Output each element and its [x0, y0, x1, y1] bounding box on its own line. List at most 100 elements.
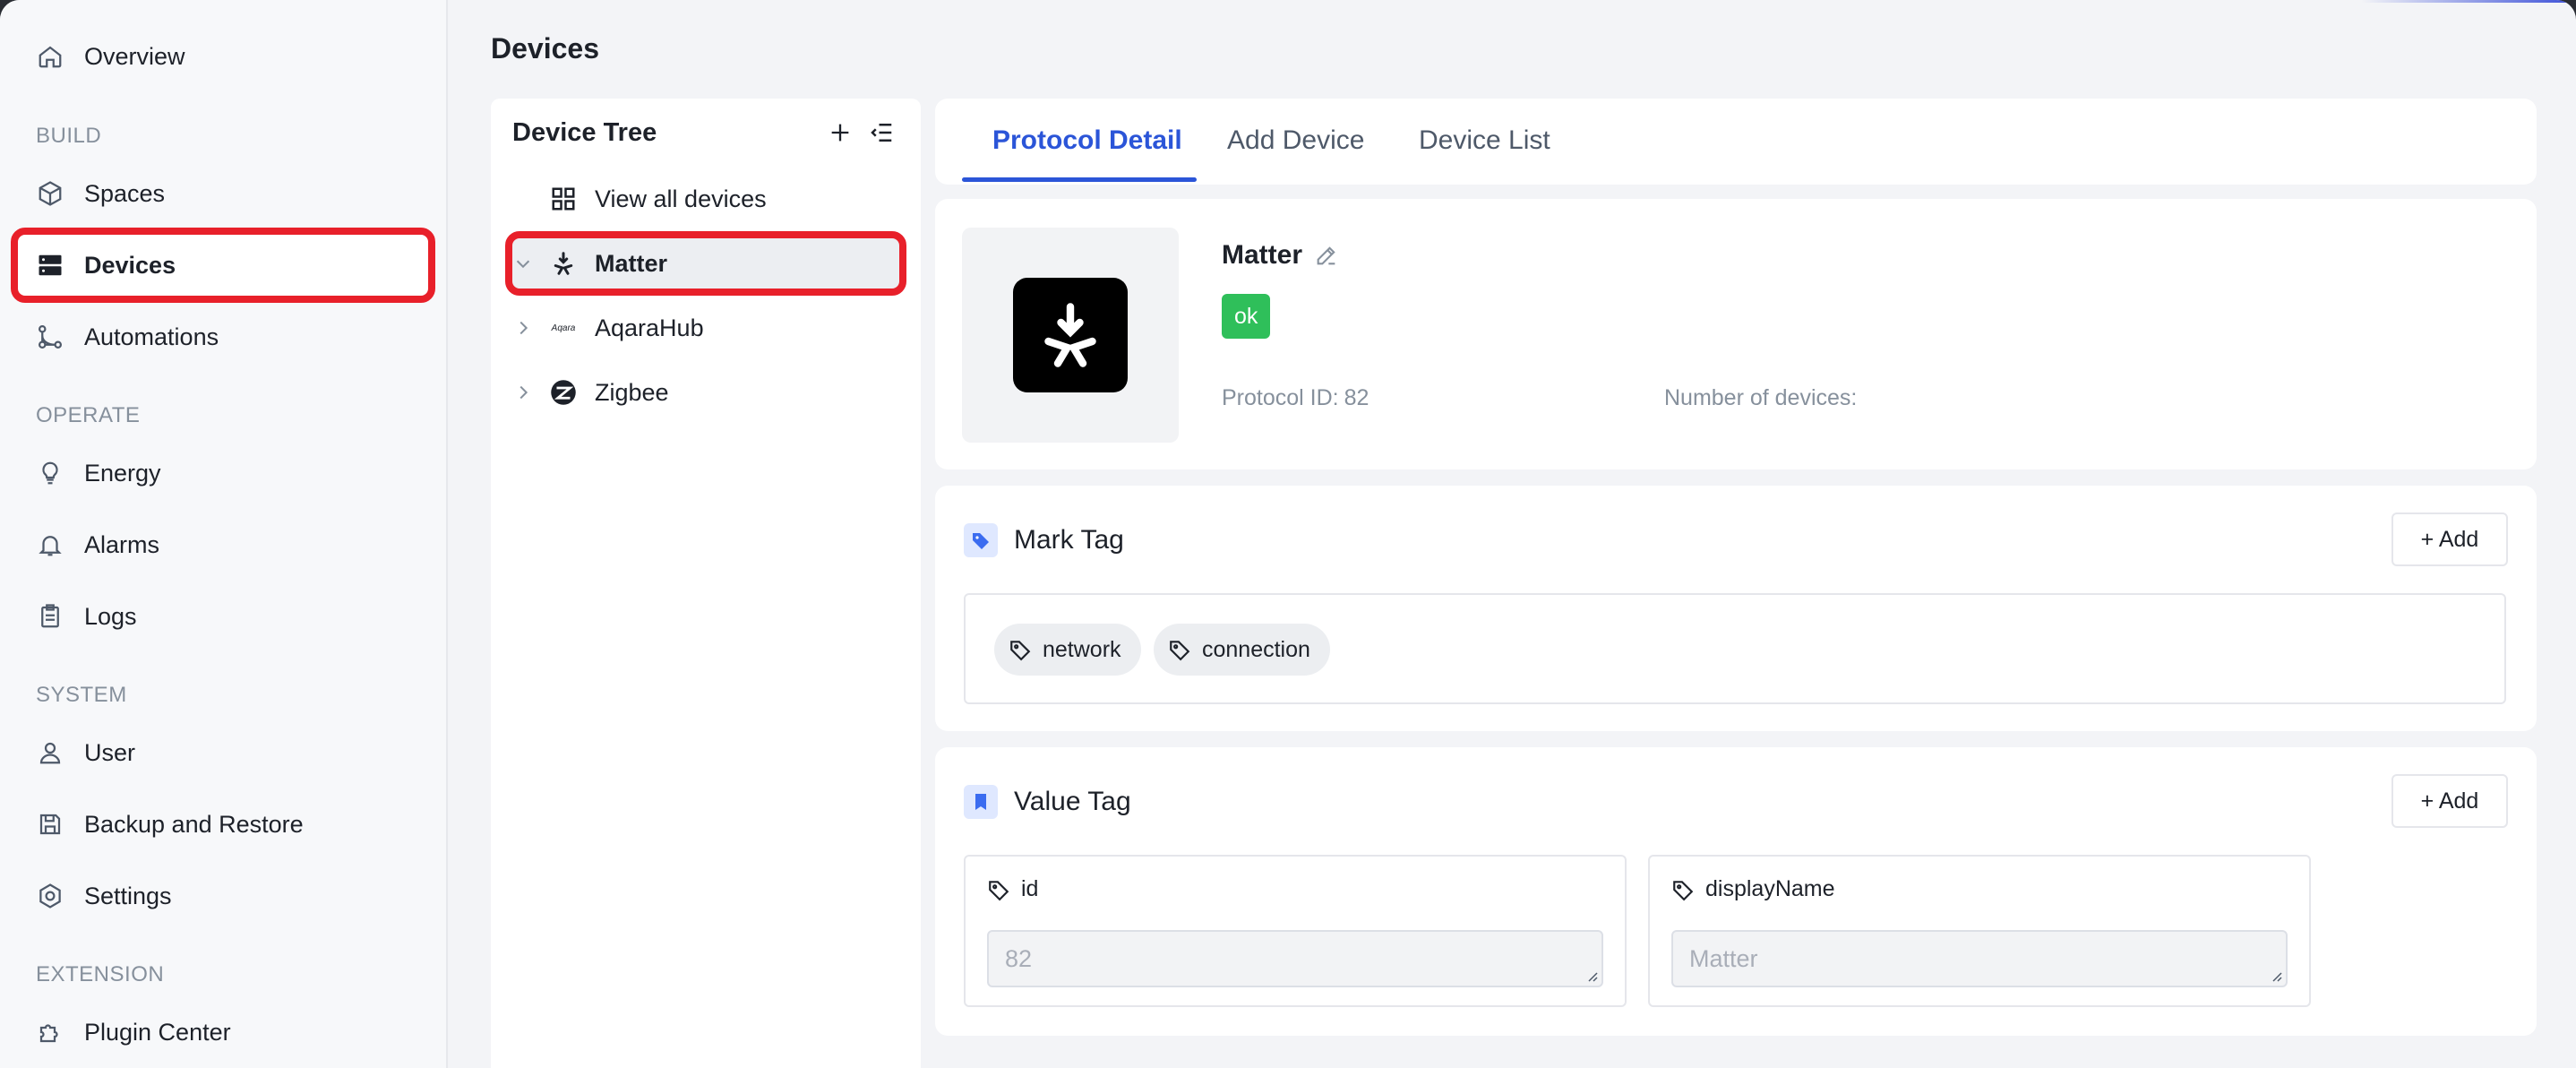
- protocol-id-label: Protocol ID:: [1222, 385, 1339, 410]
- plus-icon[interactable]: [824, 116, 856, 149]
- value-field-id: id 82: [964, 855, 1627, 1007]
- nav-plugin-label: Plugin Center: [84, 1018, 231, 1046]
- mark-tag-title: Mark Tag: [1014, 525, 1124, 555]
- resize-handle-icon: [1588, 972, 1598, 982]
- value-field-label-text: displayName: [1705, 876, 1835, 901]
- matter-icon: [548, 248, 579, 279]
- section-build: BUILD: [36, 124, 102, 148]
- puzzle-icon: [36, 1018, 64, 1046]
- tag-icon: [964, 523, 998, 557]
- status-badge: ok: [1222, 294, 1271, 339]
- nav-spaces[interactable]: Spaces: [13, 159, 434, 228]
- displayname-value-text: Matter: [1689, 944, 1758, 972]
- mark-tag-list: network connection: [964, 593, 2506, 704]
- nav-devices-label: Devices: [84, 251, 176, 279]
- tree-item-view-all[interactable]: View all devices: [505, 170, 906, 228]
- nav-backup-restore[interactable]: Backup and Restore: [13, 790, 434, 858]
- add-mark-tag-button[interactable]: + Add: [2391, 512, 2508, 566]
- chevron-right-icon[interactable]: [511, 315, 536, 340]
- app-window: Overview BUILD Spaces Devices Automation…: [0, 0, 2576, 1068]
- chevron-right-icon[interactable]: [511, 380, 536, 405]
- nav-alarms[interactable]: Alarms: [13, 511, 434, 579]
- value-field-displayname: displayName Matter: [1648, 855, 2311, 1007]
- nav-logs[interactable]: Logs: [13, 582, 434, 650]
- active-tab-indicator: [962, 177, 1197, 182]
- device-count: Number of devices:: [1664, 385, 1862, 411]
- nav-overview-label: Overview: [84, 42, 185, 70]
- protocol-detail-card: Matter ok Protocol ID: 82 Number of devic…: [935, 199, 2537, 469]
- nav-plugin-center[interactable]: Plugin Center: [13, 998, 434, 1066]
- displayname-value-textarea[interactable]: Matter: [1671, 930, 2288, 987]
- tag-outline-icon: [1671, 877, 1696, 902]
- tab-add-device[interactable]: Add Device: [1227, 125, 1364, 156]
- nav-overview[interactable]: Overview: [13, 22, 434, 90]
- resize-handle-icon: [2272, 972, 2282, 982]
- chevron-down-icon[interactable]: [511, 251, 536, 276]
- gear-icon: [36, 882, 64, 910]
- nav-energy-label: Energy: [84, 459, 161, 487]
- tabs-bar: Protocol Detail Add Device Device List: [935, 99, 2537, 185]
- tree-item-aqarahub[interactable]: Aqara AqaraHub: [505, 299, 906, 357]
- value-tag-title: Value Tag: [1014, 787, 1131, 816]
- clipboard-icon: [36, 602, 64, 631]
- tag-chip[interactable]: connection: [1154, 624, 1330, 676]
- collapse-tree-icon[interactable]: [865, 116, 897, 149]
- nav-energy[interactable]: Energy: [13, 439, 434, 507]
- device-tree-title: Device Tree: [512, 118, 657, 147]
- edit-icon[interactable]: [1311, 240, 1342, 271]
- home-icon: [36, 42, 64, 71]
- user-icon: [36, 738, 64, 767]
- nav-devices[interactable]: Devices: [13, 231, 434, 299]
- tree-item-matter[interactable]: Matter: [505, 235, 906, 292]
- nav-logs-label: Logs: [84, 602, 137, 630]
- tag-outline-icon: [1168, 637, 1193, 662]
- tree-item-label: View all devices: [595, 185, 767, 212]
- protocol-id: Protocol ID: 82: [1222, 385, 1369, 411]
- id-value-textarea[interactable]: 82: [987, 930, 1603, 987]
- tag-chip[interactable]: network: [994, 624, 1141, 676]
- protocol-id-value: 82: [1344, 385, 1370, 410]
- bookmark-icon: [964, 785, 998, 819]
- page-title: Devices: [491, 32, 599, 65]
- save-icon: [36, 810, 64, 839]
- nav-alarms-label: Alarms: [84, 530, 160, 558]
- bell-icon: [36, 530, 64, 559]
- add-value-tag-button[interactable]: + Add: [2391, 774, 2508, 828]
- tree-item-label: Matter: [595, 249, 668, 277]
- protocol-name: Matter: [1222, 240, 1303, 270]
- bulb-icon: [36, 459, 64, 487]
- section-system: SYSTEM: [36, 683, 127, 707]
- tag-outline-icon: [1009, 637, 1034, 662]
- tag-chip-label: connection: [1202, 636, 1310, 662]
- nav-automations[interactable]: Automations: [13, 303, 434, 371]
- flow-icon: [36, 323, 64, 351]
- nav-settings[interactable]: Settings: [13, 862, 434, 930]
- device-tree-panel: Device Tree View all devices Matter Aqar…: [491, 99, 921, 1068]
- nav-user-label: User: [84, 738, 136, 766]
- zigbee-icon: [548, 377, 579, 408]
- aqara-logo-icon: Aqara: [551, 323, 576, 333]
- value-field-label: displayName: [1671, 876, 1835, 902]
- device-count-label: Number of devices:: [1664, 385, 1858, 410]
- nav-user[interactable]: User: [13, 719, 434, 787]
- section-extension: EXTENSION: [36, 962, 165, 986]
- server-icon: [36, 251, 64, 280]
- nav-spaces-label: Spaces: [84, 179, 166, 207]
- grid-icon: [548, 184, 579, 214]
- tab-protocol-detail[interactable]: Protocol Detail: [992, 125, 1182, 156]
- sidebar: Overview BUILD Spaces Devices Automation…: [0, 0, 448, 1068]
- tab-device-list[interactable]: Device List: [1419, 125, 1550, 156]
- tag-chip-label: network: [1043, 636, 1121, 662]
- nav-backup-label: Backup and Restore: [84, 810, 304, 838]
- section-operate: OPERATE: [36, 403, 141, 427]
- nav-settings-label: Settings: [84, 882, 172, 909]
- value-field-label: id: [987, 876, 1038, 902]
- value-field-label-text: id: [1021, 876, 1039, 901]
- id-value-text: 82: [1005, 944, 1033, 972]
- mark-tag-card: Mark Tag + Add network connection: [935, 486, 2537, 731]
- nav-automations-label: Automations: [84, 323, 219, 350]
- cube-icon: [36, 179, 64, 208]
- tree-item-zigbee[interactable]: Zigbee: [505, 364, 906, 421]
- tree-item-label: Zigbee: [595, 378, 669, 406]
- tree-item-label: AqaraHub: [595, 314, 704, 341]
